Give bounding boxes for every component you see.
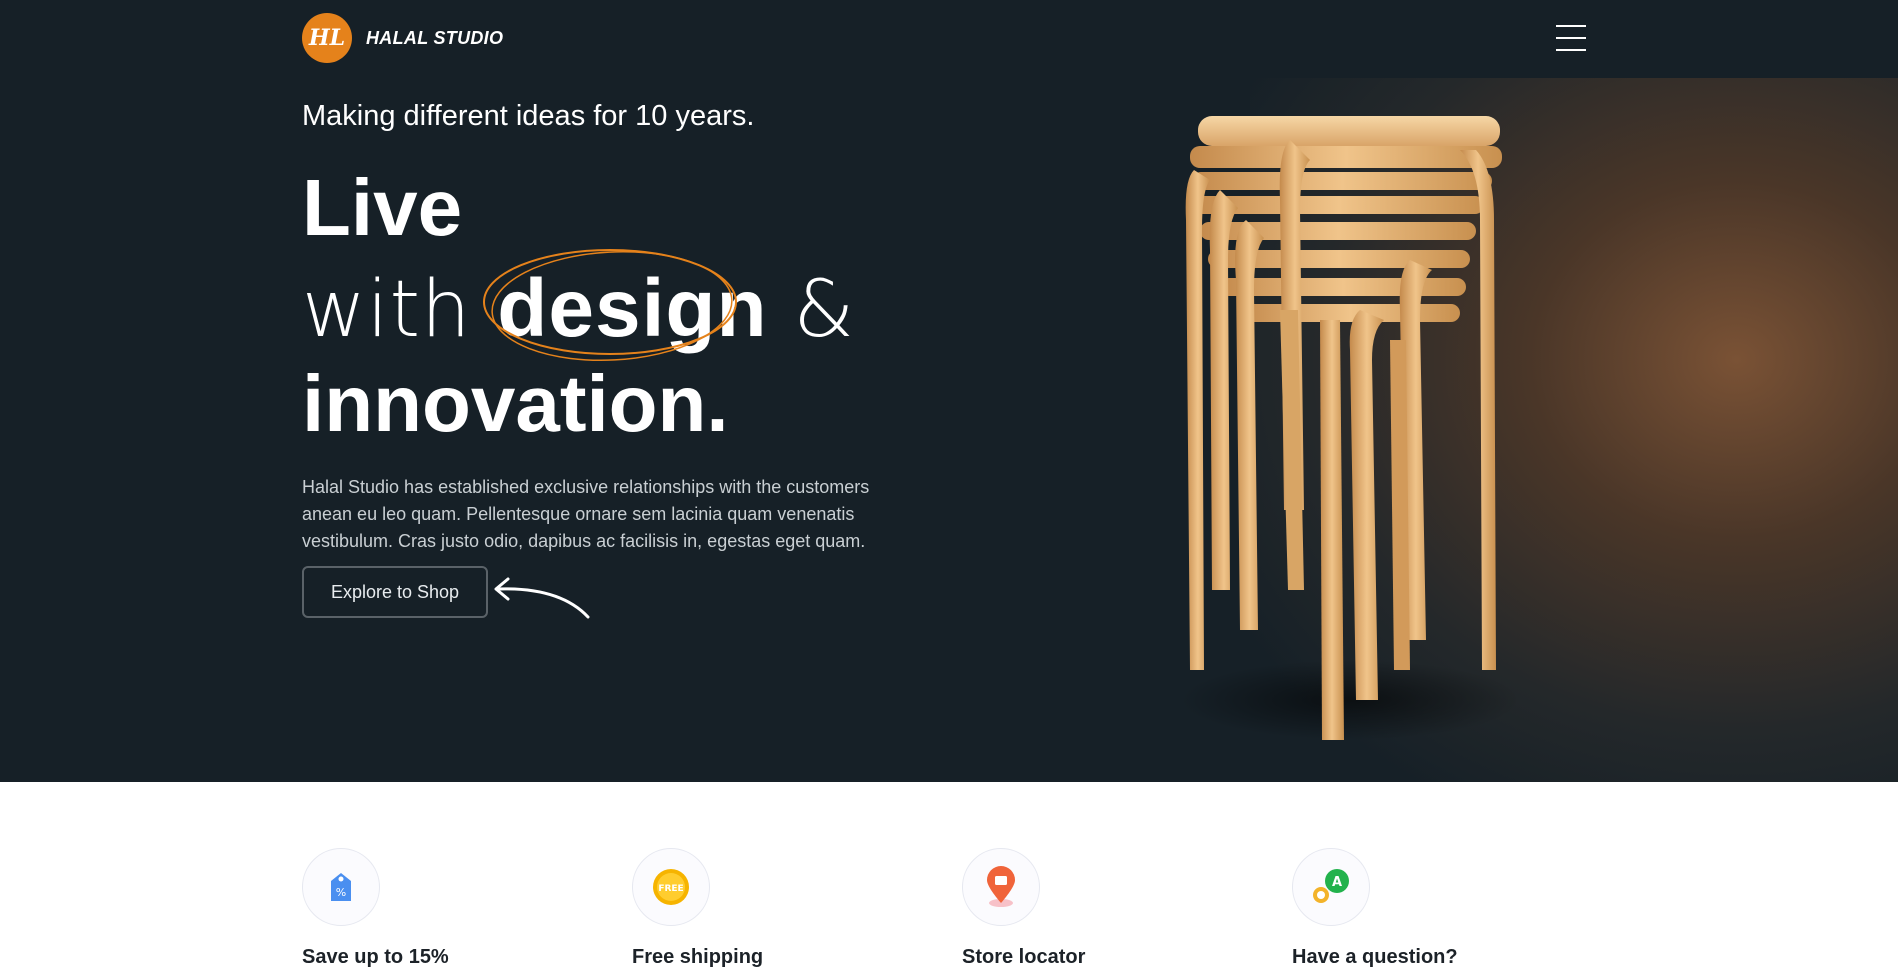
feature-title: Store locator bbox=[962, 946, 1086, 968]
explore-shop-button[interactable]: Explore to Shop bbox=[302, 566, 488, 618]
svg-text:%: % bbox=[336, 886, 346, 899]
logo-mark-icon: HL bbox=[302, 13, 352, 63]
headline-line-3: innovation. bbox=[302, 359, 729, 448]
stacked-stools-image bbox=[1180, 116, 1520, 740]
free-badge-icon: FREE bbox=[632, 848, 710, 926]
curved-arrow-icon bbox=[494, 577, 590, 619]
brand-name: HALAL STUDIO bbox=[366, 27, 504, 48]
hero-section: HL HALAL STUDIO Making different ideas f… bbox=[0, 0, 1898, 782]
feature-question: A Have a question? bbox=[1292, 848, 1532, 969]
hamburger-menu-icon[interactable] bbox=[1556, 25, 1586, 51]
feature-title: Have a question? bbox=[1292, 946, 1458, 968]
brand-logo[interactable]: HL HALAL STUDIO bbox=[302, 13, 503, 63]
feature-save: % Save up to 15% bbox=[302, 848, 542, 969]
store-location-pin-icon bbox=[962, 848, 1040, 926]
hero-description: Halal Studio has established exclusive r… bbox=[302, 477, 870, 551]
headline-line-1: Live bbox=[302, 163, 463, 252]
features-section bbox=[0, 782, 1898, 964]
feature-title: Free shipping bbox=[632, 946, 764, 968]
free-badge-text: FREE bbox=[658, 884, 683, 894]
discount-tag-icon: % bbox=[302, 848, 380, 926]
feature-store: Store locator bbox=[962, 848, 1202, 969]
headline-with: with bbox=[302, 265, 472, 355]
top-navigation-bar: HL HALAL STUDIO bbox=[0, 0, 1898, 78]
feature-shipping: FREE Free shipping bbox=[632, 848, 872, 969]
question-badge-text: A bbox=[1332, 875, 1342, 890]
feature-title: Save up to 15% bbox=[302, 946, 449, 968]
design-highlight-circle bbox=[483, 249, 737, 362]
hero-tagline: Making different ideas for 10 years. bbox=[302, 100, 755, 132]
headline-ampersand: & bbox=[793, 265, 856, 355]
question-chat-icon: A bbox=[1292, 848, 1370, 926]
